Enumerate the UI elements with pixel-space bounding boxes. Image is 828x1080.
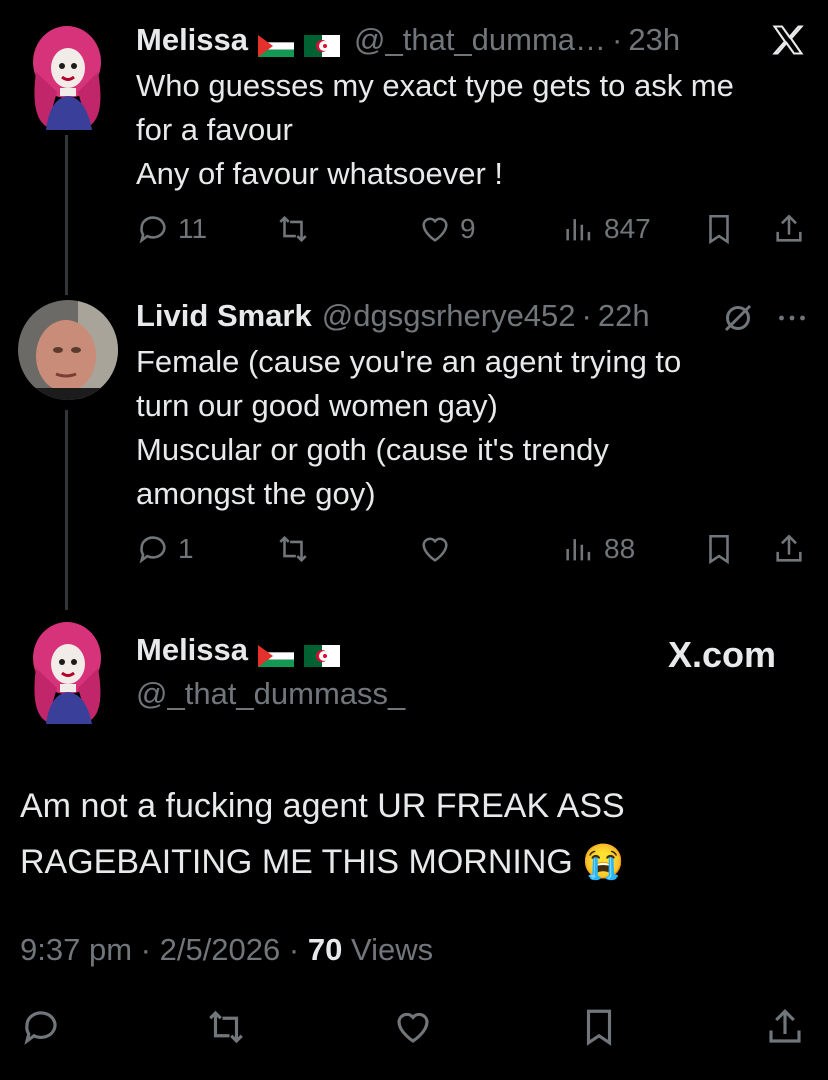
views-icon xyxy=(566,539,591,561)
separator: · xyxy=(612,22,623,57)
reply-icon xyxy=(139,536,166,564)
share-icon xyxy=(769,1009,801,1043)
bookmark-button[interactable] xyxy=(702,212,736,246)
share-button[interactable] xyxy=(772,532,806,566)
author-handle[interactable]: @_that_dummass_ xyxy=(136,676,405,712)
like-count: 9 xyxy=(460,213,476,244)
text-line: Who guesses my exact type gets to ask me xyxy=(136,68,734,103)
bookmark-button[interactable] xyxy=(578,1006,620,1053)
text-line: for a favour xyxy=(136,112,293,147)
author-name[interactable]: Livid Smark xyxy=(136,298,312,334)
views-icon xyxy=(566,219,591,241)
post-date[interactable]: 2/5/2026 xyxy=(160,932,281,967)
tweet1-text: Who guesses my exact type gets to ask me… xyxy=(136,64,734,196)
like-button[interactable] xyxy=(418,532,452,566)
avatar[interactable] xyxy=(22,22,112,130)
reply-button[interactable] xyxy=(20,1006,62,1053)
palestine-flag-icon xyxy=(258,29,295,57)
repost-button[interactable] xyxy=(205,1006,247,1053)
separator: · xyxy=(288,932,300,967)
reply-count: 11 xyxy=(178,213,208,244)
tweet-meta: 9:37 pm · 2/5/2026 · 70 Views xyxy=(20,932,433,968)
verified-slash-icon[interactable] xyxy=(720,300,756,341)
main-tweet-text: Am not a fucking agent UR FREAK ASS RAGE… xyxy=(20,778,625,890)
text-line: Any of favour whatsoever ! xyxy=(136,156,504,191)
views-count: 70 xyxy=(307,932,343,967)
main-header: Melissa xyxy=(136,632,341,668)
timestamp[interactable]: 23h xyxy=(628,22,680,58)
share-icon xyxy=(776,534,802,562)
share-button[interactable] xyxy=(764,1006,806,1053)
text-line: Am not a fucking agent UR FREAK ASS xyxy=(20,787,625,825)
author-name[interactable]: Melissa xyxy=(136,632,248,668)
reply-count: 1 xyxy=(178,533,194,564)
tweet1-actions: 11 9 847 xyxy=(136,212,808,252)
thread-line xyxy=(65,410,68,610)
bookmark-button[interactable] xyxy=(702,532,736,566)
tweet2-text: Female (cause you're an agent trying to … xyxy=(136,340,681,516)
like-icon xyxy=(397,1012,429,1043)
bookmark-icon xyxy=(586,1009,612,1046)
thread-line xyxy=(65,135,68,295)
palestine-flag-icon xyxy=(258,639,295,667)
repost-button[interactable] xyxy=(276,212,310,246)
bookmark-icon xyxy=(709,214,729,245)
views-count: 847 xyxy=(604,213,651,244)
text-line: RAGEBAITING ME THIS MORNING 😭 xyxy=(20,843,625,881)
reply-button[interactable]: 1 xyxy=(136,532,194,566)
bookmark-icon xyxy=(709,534,729,565)
share-icon xyxy=(776,214,802,242)
share-button[interactable] xyxy=(772,212,806,246)
tweet1-header: Melissa @_that_dumma… · 23h xyxy=(136,22,680,58)
like-button[interactable] xyxy=(392,1006,434,1053)
views-count: 88 xyxy=(604,533,636,564)
algeria-flag-icon xyxy=(304,639,341,667)
reply-button[interactable]: 11 xyxy=(136,212,207,246)
views-button[interactable]: 88 xyxy=(562,532,635,566)
reply-icon xyxy=(24,1011,57,1045)
repost-button[interactable] xyxy=(276,532,310,566)
algeria-flag-icon xyxy=(304,29,341,57)
tweet2-actions: 1 88 xyxy=(136,532,808,572)
separator: · xyxy=(581,298,592,333)
repost-icon xyxy=(279,535,307,563)
like-icon xyxy=(422,537,448,562)
repost-icon xyxy=(209,1010,243,1044)
avatar[interactable] xyxy=(22,618,112,724)
main-actions xyxy=(20,1006,808,1050)
like-button[interactable]: 9 xyxy=(418,212,476,246)
more-icon[interactable] xyxy=(774,300,810,341)
separator: · xyxy=(140,932,151,967)
x-logo-icon[interactable] xyxy=(770,22,806,63)
avatar[interactable] xyxy=(18,300,118,400)
text-line: Muscular or goth (cause it's trendy xyxy=(136,432,609,467)
reply-icon xyxy=(139,216,166,244)
author-name[interactable]: Melissa xyxy=(136,22,248,58)
text-line: turn our good women gay) xyxy=(136,388,498,423)
tweet2-header: Livid Smark @dgsgsrherye452 · 22h xyxy=(136,298,650,334)
text-line: Female (cause you're an agent trying to xyxy=(136,344,682,379)
author-handle[interactable]: @dgsgsrherye452 xyxy=(322,298,576,334)
brand-label: X.com xyxy=(668,634,777,676)
views-button[interactable]: 847 xyxy=(562,212,651,246)
text-line: amongst the goy) xyxy=(136,476,376,511)
views-label: Views xyxy=(350,932,434,967)
repost-icon xyxy=(279,215,307,243)
timestamp[interactable]: 22h xyxy=(598,298,650,334)
author-handle[interactable]: @_that_dumma… xyxy=(354,22,606,58)
post-time[interactable]: 9:37 pm xyxy=(20,932,132,967)
like-icon xyxy=(422,217,448,242)
